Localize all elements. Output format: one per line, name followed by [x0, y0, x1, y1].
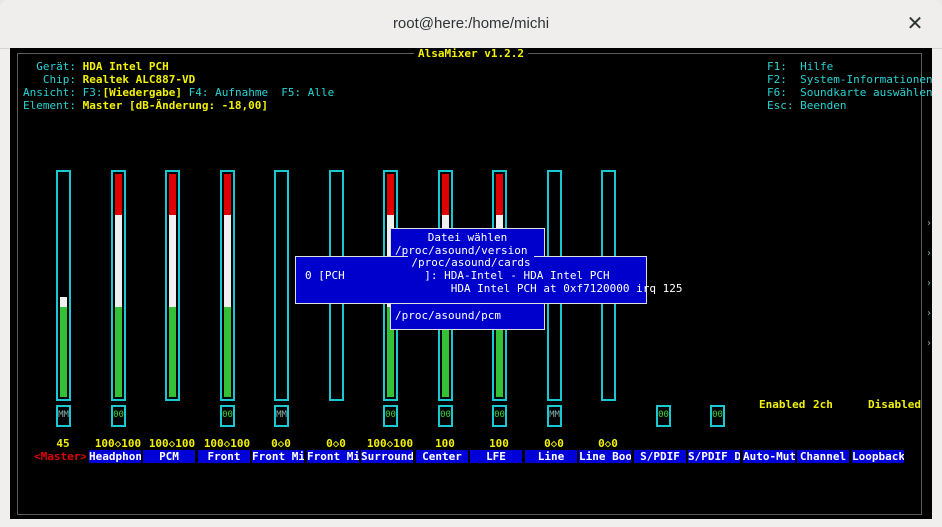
channel-label[interactable]: Line	[525, 450, 577, 463]
mute-toggle[interactable]: 00	[492, 405, 507, 427]
help-f1: F1: Hilfe	[767, 60, 834, 73]
mute-toggle[interactable]: MM	[547, 405, 562, 427]
volume-meter[interactable]	[56, 170, 71, 401]
volume-value: 100◇100	[366, 437, 414, 450]
help-f6: F6: Soundkarte auswählen	[767, 86, 932, 99]
volume-value: 0◇0	[598, 437, 618, 450]
meter-fill-white	[115, 215, 122, 307]
meter-fill-green	[169, 307, 176, 397]
device-info-row: Gerät: HDA Intel PCH	[23, 60, 169, 73]
element-info-row: Element: Master [dB-Änderung: -18,00]	[23, 99, 269, 112]
volume-value: 0◇0	[326, 437, 346, 450]
channel-label[interactable]: Headphon	[89, 450, 141, 463]
mute-toggle[interactable]: 00	[220, 405, 235, 427]
channel-label[interactable]: Surround	[361, 450, 413, 463]
meter-fill-red	[387, 174, 394, 215]
cards-dialog[interactable]: /proc/asound/cards 0 [PCH ]: HDA-Intel -…	[295, 256, 683, 304]
mute-toggle[interactable]: 00	[383, 405, 398, 427]
volume-value: 100	[435, 437, 455, 450]
mute-toggle[interactable]: 00	[710, 405, 725, 427]
mute-toggle[interactable]: 00	[438, 405, 453, 427]
volume-meter[interactable]	[220, 170, 235, 401]
scroll-marker: ›	[927, 308, 931, 319]
channel-label[interactable]: Line Boo	[579, 450, 631, 463]
volume-meter[interactable]	[274, 170, 289, 401]
channel-label[interactable]: Front	[198, 450, 250, 463]
volume-meter[interactable]	[165, 170, 180, 401]
alsamixer-title: AlsaMixer v1.2.2	[10, 48, 932, 60]
channel-label[interactable]: S/PDIF D	[688, 450, 740, 463]
window-title: root@here:/home/michi	[392, 15, 550, 32]
meter-fill-white	[169, 215, 176, 307]
meter-fill-red	[496, 174, 503, 215]
control-status: Disabled	[868, 398, 921, 411]
meter-fill-red	[169, 174, 176, 215]
cards-line-2: HDA Intel PCH at 0xf7120000 irq 125	[305, 282, 683, 295]
channel-label[interactable]: Front Mi	[252, 450, 304, 463]
mute-toggle[interactable]: MM	[274, 405, 289, 427]
cards-dialog-title: /proc/asound/cards	[296, 256, 646, 269]
window-titlebar[interactable]: root@here:/home/michi ✕	[0, 0, 942, 49]
control-status: 2ch	[813, 398, 833, 411]
volume-meter[interactable]	[111, 170, 126, 401]
meter-fill-red	[224, 174, 231, 215]
scroll-marker: ›	[927, 248, 931, 259]
mute-toggle[interactable]: MM	[56, 405, 71, 427]
channel-label[interactable]: PCM	[143, 450, 195, 463]
help-esc: Esc: Beenden	[767, 99, 847, 112]
meter-fill-red	[442, 174, 449, 215]
volume-value: 100◇100	[94, 437, 142, 450]
close-icon[interactable]: ✕	[904, 12, 926, 34]
channel-label[interactable]: Loopback	[852, 450, 904, 463]
meter-fill-white	[60, 297, 67, 307]
volume-value: 100	[489, 437, 509, 450]
volume-value: 45	[56, 437, 70, 450]
meter-fill-red	[115, 174, 122, 215]
meter-fill-green	[115, 307, 122, 397]
mute-toggle[interactable]: 00	[656, 405, 671, 427]
volume-value: 100◇100	[148, 437, 196, 450]
channel-label[interactable]: S/PDIF	[634, 450, 686, 463]
channel-label[interactable]: Center	[416, 450, 468, 463]
meter-fill-green	[224, 307, 231, 397]
help-f2: F2: System-Informationen	[767, 73, 932, 86]
channel-label[interactable]: Auto-Mut	[743, 450, 795, 463]
channel-label[interactable]: LFE	[470, 450, 522, 463]
cards-line-1: 0 [PCH ]: HDA-Intel - HDA Intel PCH	[305, 269, 610, 282]
volume-value: 100◇100	[203, 437, 251, 450]
channel-label[interactable]: Front Mi	[307, 450, 359, 463]
terminal-window: root@here:/home/michi ✕ AlsaMixer v1.2.2…	[0, 0, 942, 527]
channel-label[interactable]: <Master>	[34, 450, 86, 463]
volume-value: 0◇0	[271, 437, 291, 450]
meter-fill-white	[224, 215, 231, 307]
control-status: Enabled	[759, 398, 806, 411]
volume-value: 0◇0	[544, 437, 564, 450]
file-item-pcm[interactable]: /proc/asound/pcm	[395, 309, 501, 322]
terminal-area[interactable]: AlsaMixer v1.2.2 Gerät: HDA Intel PCH Ch…	[10, 48, 932, 519]
scroll-marker: ›	[927, 218, 931, 229]
chip-info-row: Chip: Realtek ALC887-VD	[23, 73, 196, 86]
scroll-marker: ›	[927, 278, 931, 289]
view-info-row: Ansicht: F3:[Wiedergabe] F4: Aufnahme F5…	[23, 86, 335, 99]
file-dialog-title: Datei wählen	[427, 231, 508, 244]
mute-toggle[interactable]: 00	[111, 405, 126, 427]
meter-fill-green	[60, 307, 67, 397]
scroll-marker: ›	[927, 338, 931, 349]
channel-label[interactable]: Channel	[797, 450, 849, 463]
